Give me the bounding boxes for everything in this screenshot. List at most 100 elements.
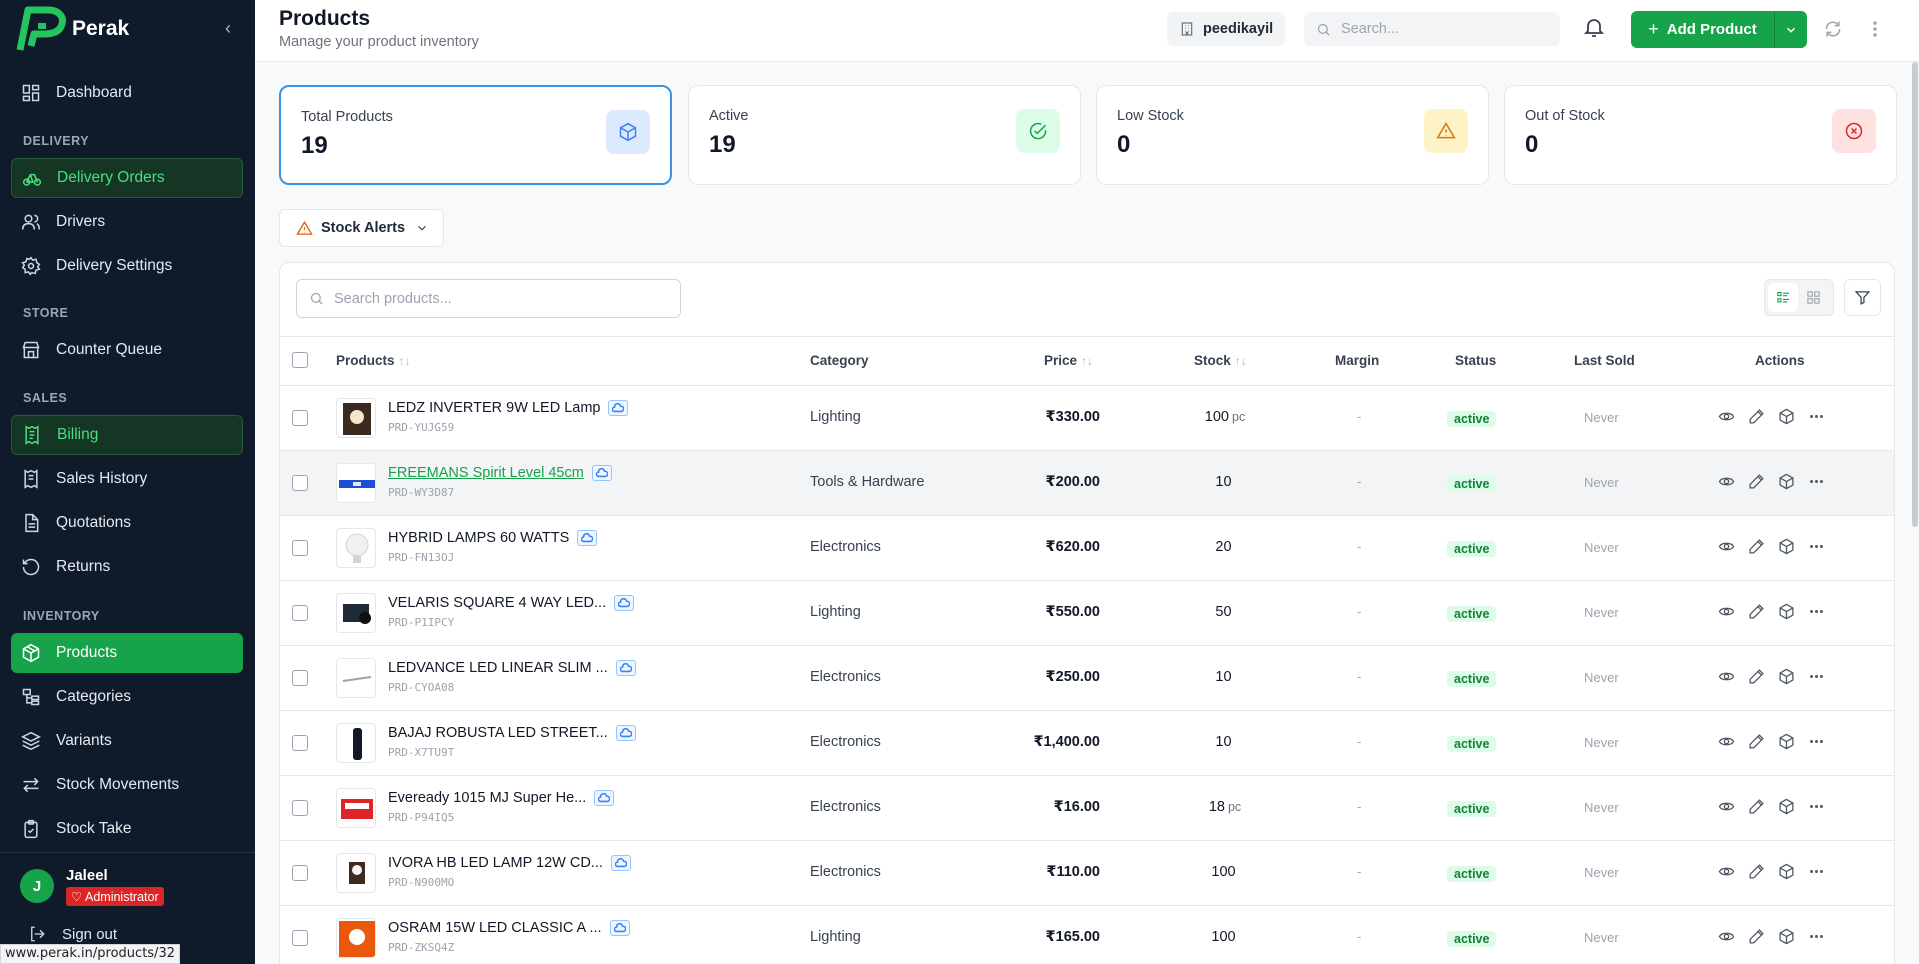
product-thumbnail[interactable] xyxy=(336,398,376,438)
edit-pencil-icon[interactable] xyxy=(1748,668,1766,686)
sidebar-item-variants[interactable]: Variants xyxy=(11,721,243,761)
product-name[interactable]: OSRAM 15W LED CLASSIC A ... xyxy=(388,920,602,936)
table-row[interactable]: HYBRID LAMPS 60 WATTS PRD-FN13OJ Electroni… xyxy=(280,516,1894,581)
sidebar-item-counter-queue[interactable]: Counter Queue xyxy=(11,330,243,370)
sidebar-item-products[interactable]: Products xyxy=(11,633,243,673)
table-row[interactable]: LEDZ INVERTER 9W LED Lamp PRD-YUJG59 Light… xyxy=(280,386,1894,451)
row-checkbox[interactable] xyxy=(292,930,308,946)
more-horizontal-icon[interactable] xyxy=(1808,928,1826,946)
sidebar-item-stock-movements[interactable]: Stock Movements xyxy=(11,765,243,805)
stat-out-of-stock[interactable]: Out of Stock 0 xyxy=(1504,85,1897,185)
table-row[interactable]: BAJAJ ROBUSTA LED STREET... PRD-X7TU9T Ele… xyxy=(280,711,1894,776)
product-thumbnail[interactable] xyxy=(336,788,376,828)
table-row[interactable]: OSRAM 15W LED CLASSIC A ... PRD-ZKSQ4Z Lig… xyxy=(280,906,1894,964)
edit-pencil-icon[interactable] xyxy=(1748,473,1766,491)
sidebar-item-sales-history[interactable]: Sales History xyxy=(11,459,243,499)
view-eye-icon[interactable] xyxy=(1718,538,1736,556)
sidebar-item-quotations[interactable]: Quotations xyxy=(11,503,243,543)
more-vertical-icon[interactable] xyxy=(1865,19,1885,39)
edit-pencil-icon[interactable] xyxy=(1748,538,1766,556)
global-search-input[interactable]: Search... xyxy=(1304,12,1560,46)
more-horizontal-icon[interactable] xyxy=(1808,603,1826,621)
sidebar-item-delivery-settings[interactable]: Delivery Settings xyxy=(11,246,243,286)
product-thumbnail[interactable] xyxy=(336,723,376,763)
view-eye-icon[interactable] xyxy=(1718,928,1736,946)
product-name-link[interactable]: IVORA HB LED LAMP 12W CD... xyxy=(388,855,631,871)
edit-pencil-icon[interactable] xyxy=(1748,798,1766,816)
col-products[interactable]: Products ↑↓ xyxy=(336,353,411,368)
product-name-link[interactable]: LEDZ INVERTER 9W LED Lamp xyxy=(388,400,629,416)
add-product-main[interactable]: + Add Product xyxy=(1631,11,1775,48)
view-eye-icon[interactable] xyxy=(1718,408,1736,426)
table-row[interactable]: Eveready 1015 MJ Super He... PRD-P94IQ5 El… xyxy=(280,776,1894,841)
more-horizontal-icon[interactable] xyxy=(1808,538,1826,556)
row-checkbox[interactable] xyxy=(292,410,308,426)
table-row[interactable]: VELARIS SQUARE 4 WAY LED... PRD-P1IPCY Lig… xyxy=(280,581,1894,646)
table-row[interactable]: LEDVANCE LED LINEAR SLIM ... PRD-CYOA08 El… xyxy=(280,646,1894,711)
product-name[interactable]: IVORA HB LED LAMP 12W CD... xyxy=(388,855,603,871)
adjust-stock-box-icon[interactable] xyxy=(1778,863,1796,881)
edit-pencil-icon[interactable] xyxy=(1748,733,1766,751)
product-thumbnail[interactable] xyxy=(336,463,376,503)
row-checkbox[interactable] xyxy=(292,670,308,686)
more-horizontal-icon[interactable] xyxy=(1808,668,1826,686)
product-name-link[interactable]: LEDVANCE LED LINEAR SLIM ... xyxy=(388,660,636,676)
adjust-stock-box-icon[interactable] xyxy=(1778,928,1796,946)
notifications-bell-icon[interactable] xyxy=(1582,15,1606,39)
product-name[interactable]: VELARIS SQUARE 4 WAY LED... xyxy=(388,595,606,611)
view-eye-icon[interactable] xyxy=(1718,733,1736,751)
more-horizontal-icon[interactable] xyxy=(1808,473,1826,491)
product-name-link[interactable]: BAJAJ ROBUSTA LED STREET... xyxy=(388,725,636,741)
list-view-button[interactable] xyxy=(1768,283,1798,312)
view-eye-icon[interactable] xyxy=(1718,798,1736,816)
sidebar-item-stock-take[interactable]: Stock Take xyxy=(11,809,243,849)
add-product-dropdown[interactable] xyxy=(1775,11,1807,48)
product-name[interactable]: BAJAJ ROBUSTA LED STREET... xyxy=(388,725,608,741)
product-thumbnail[interactable] xyxy=(336,658,376,698)
product-name-link[interactable]: VELARIS SQUARE 4 WAY LED... xyxy=(388,595,635,611)
product-name-link[interactable]: OSRAM 15W LED CLASSIC A ... xyxy=(388,920,630,936)
product-name-link[interactable]: Eveready 1015 MJ Super He... xyxy=(388,790,615,806)
adjust-stock-box-icon[interactable] xyxy=(1778,798,1796,816)
sidebar-item-returns[interactable]: Returns xyxy=(11,547,243,587)
row-checkbox[interactable] xyxy=(292,475,308,491)
product-name[interactable]: Eveready 1015 MJ Super He... xyxy=(388,790,586,806)
row-checkbox[interactable] xyxy=(292,865,308,881)
stat-total-products[interactable]: Total Products 19 xyxy=(279,85,672,185)
col-stock[interactable]: Stock ↑↓ xyxy=(1194,353,1247,368)
refresh-icon[interactable] xyxy=(1823,19,1843,39)
stat-active[interactable]: Active 19 xyxy=(688,85,1081,185)
product-name[interactable]: LEDZ INVERTER 9W LED Lamp xyxy=(388,400,600,416)
product-name-link[interactable]: FREEMANS Spirit Level 45cm xyxy=(388,465,612,481)
grid-view-button[interactable] xyxy=(1798,283,1828,312)
product-thumbnail[interactable] xyxy=(336,528,376,568)
product-name[interactable]: HYBRID LAMPS 60 WATTS xyxy=(388,530,569,546)
view-eye-icon[interactable] xyxy=(1718,603,1736,621)
more-horizontal-icon[interactable] xyxy=(1808,408,1826,426)
filter-button[interactable] xyxy=(1844,279,1881,316)
product-thumbnail[interactable] xyxy=(336,593,376,633)
product-name[interactable]: FREEMANS Spirit Level 45cm xyxy=(388,465,584,481)
more-horizontal-icon[interactable] xyxy=(1808,733,1826,751)
view-eye-icon[interactable] xyxy=(1718,473,1736,491)
view-eye-icon[interactable] xyxy=(1718,863,1736,881)
stat-low-stock[interactable]: Low Stock 0 xyxy=(1096,85,1489,185)
more-horizontal-icon[interactable] xyxy=(1808,798,1826,816)
sidebar-item-dashboard[interactable]: Dashboard xyxy=(11,73,243,113)
stock-alerts-button[interactable]: Stock Alerts xyxy=(279,209,444,247)
table-row[interactable]: IVORA HB LED LAMP 12W CD... PRD-N900MO Ele… xyxy=(280,841,1894,906)
col-price[interactable]: Price ↑↓ xyxy=(1044,353,1093,368)
adjust-stock-box-icon[interactable] xyxy=(1778,603,1796,621)
product-thumbnail[interactable] xyxy=(336,918,376,958)
adjust-stock-box-icon[interactable] xyxy=(1778,408,1796,426)
row-checkbox[interactable] xyxy=(292,800,308,816)
view-eye-icon[interactable] xyxy=(1718,668,1736,686)
avatar[interactable]: J xyxy=(20,869,54,903)
add-product-button[interactable]: + Add Product xyxy=(1631,11,1807,48)
edit-pencil-icon[interactable] xyxy=(1748,408,1766,426)
search-products-input[interactable]: Search products... xyxy=(296,279,681,318)
sidebar-item-billing[interactable]: Billing xyxy=(11,415,243,455)
edit-pencil-icon[interactable] xyxy=(1748,928,1766,946)
edit-pencil-icon[interactable] xyxy=(1748,863,1766,881)
sidebar-item-delivery-orders[interactable]: Delivery Orders xyxy=(11,158,243,198)
